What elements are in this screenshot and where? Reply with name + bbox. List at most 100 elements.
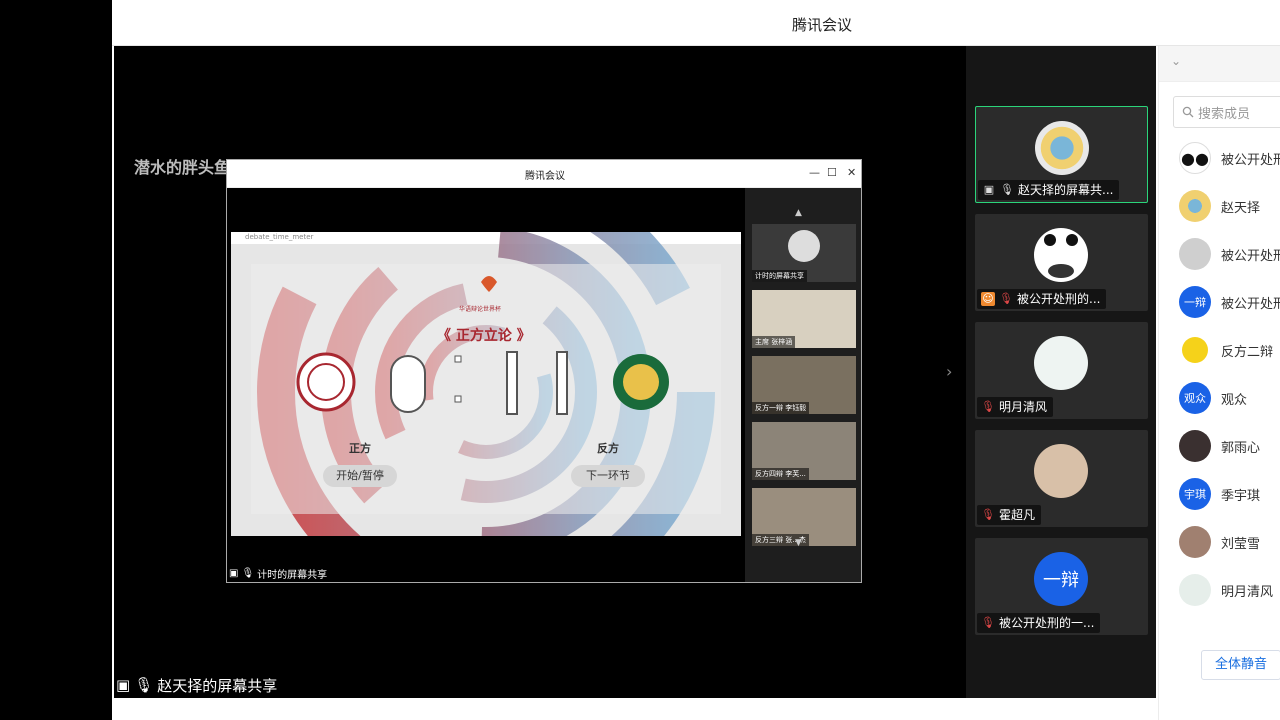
start-pause-button[interactable]: 开始/暂停 [323, 465, 397, 487]
title-bar: 腾讯会议 [112, 0, 1280, 46]
debate-timer-app: debate_time_meter 华语辩论世界杯 《 正方立论 》 正方 反方… [231, 232, 741, 536]
inner-tile: 主席 张梓涵 [752, 290, 856, 348]
tile-caption: 🎙 霍超凡 [977, 505, 1042, 525]
avatar [1179, 574, 1211, 606]
member-row[interactable]: 宇琪 季宇琪 [1179, 477, 1280, 511]
mic-icon: 🎙 [1000, 183, 1014, 196]
chevron-down-icon[interactable]: ⌄ [1171, 54, 1181, 68]
video-strip: › ▣ 🎙 赵天择的屏幕共... ☺ 🎙 被公开处刑的... 🎙 明月清风 🎙 … [946, 46, 1156, 698]
mic-muted-icon: 🎙 [981, 508, 995, 521]
avatar [1179, 238, 1211, 270]
inner-tile: 反方四辩 李芙... [752, 422, 856, 480]
avatar [1034, 228, 1088, 282]
member-name: 郭雨心 [1221, 440, 1261, 456]
mic-muted-icon: 🎙 [981, 400, 995, 413]
avatar: 一辩 [1179, 286, 1211, 318]
right-team-label: 反方 [597, 442, 619, 455]
member-row[interactable]: 赵天择 [1179, 189, 1280, 223]
member-name: 被公开处刑 [1221, 152, 1280, 168]
avatar [1179, 190, 1211, 222]
search-input[interactable]: 搜索成员 [1173, 96, 1280, 128]
left-team-label: 正方 [349, 442, 371, 455]
member-row[interactable]: ●● 被公开处刑 [1179, 141, 1280, 175]
video-tile[interactable]: 一辩 🎙 被公开处刑的一... [975, 538, 1148, 635]
inner-meeting-window: 腾讯会议 — ☐ ✕ debate_time_meter 华语辩论世界杯 《 正… [226, 159, 862, 583]
mute-all-button[interactable]: 全体静音 [1201, 650, 1280, 680]
mic-muted-icon: 🎙 [999, 292, 1013, 305]
member-name: 明月清风 [1221, 584, 1274, 600]
member-row[interactable]: 反方二辩 [1179, 333, 1280, 367]
phase-label: 《 正方立论 》 [437, 328, 531, 344]
member-name: 被公开处刑 [1221, 248, 1280, 264]
tile-name: 霍超凡 [999, 508, 1036, 522]
meeting-window: 腾讯会议 潜水的胖头鱼 腾讯会议 — ☐ ✕ debate_time_meter [112, 0, 1280, 720]
video-tile[interactable]: 🎙 霍超凡 [975, 430, 1148, 527]
mic-icon: 🎙 [134, 676, 154, 694]
host-icon: ☺ [981, 292, 995, 306]
inner-tile: 计时的屏幕共享 [752, 224, 856, 282]
avatar [1179, 334, 1211, 366]
inner-title-bar: 腾讯会议 — ☐ ✕ [227, 160, 861, 188]
tile-caption: ▣ 🎙 赵天择的屏幕共... [978, 180, 1120, 200]
tile-caption: 🎙 明月清风 [977, 397, 1054, 417]
maximize-icon: ☐ [827, 166, 837, 179]
app-root: 腾讯会议 潜水的胖头鱼 腾讯会议 — ☐ ✕ debate_time_meter [0, 0, 1280, 720]
avatar [788, 230, 820, 262]
member-name: 观众 [1221, 392, 1248, 408]
video-tile[interactable]: ☺ 🎙 被公开处刑的... [975, 214, 1148, 311]
screen-share-icon: ▣ [116, 676, 131, 694]
share-caption: ▣ 🎙 赵天择的屏幕共享 [116, 674, 277, 696]
avatar: ●● [1179, 142, 1211, 174]
next-phase-button[interactable]: 下一环节 [571, 465, 645, 487]
inner-window-title: 腾讯会议 [525, 171, 565, 182]
avatar [1034, 336, 1088, 390]
inner-tile-caption: 计时的屏幕共享 [752, 270, 807, 282]
minimize-icon: — [809, 166, 820, 179]
member-row[interactable]: 一辩 被公开处刑 [1179, 285, 1280, 319]
mic-icon: 🎙 [241, 568, 255, 579]
tile-name: 被公开处刑的一... [999, 616, 1095, 630]
inner-caption-text: 计时的屏幕共享 [257, 570, 328, 581]
tile-name: 被公开处刑的... [1017, 292, 1101, 306]
window-title: 腾讯会议 [791, 16, 852, 34]
video-tile[interactable]: 🎙 明月清风 [975, 322, 1148, 419]
tile-name: 赵天择的屏幕共... [1018, 183, 1114, 197]
tile-caption: ☺ 🎙 被公开处刑的... [977, 289, 1107, 309]
avatar [1179, 430, 1211, 462]
member-row[interactable]: 刘莹雪 [1179, 525, 1280, 559]
avatar: 一辩 [1034, 552, 1088, 606]
member-row[interactable]: 郭雨心 [1179, 429, 1280, 463]
screen-share-icon: ▣ [229, 568, 239, 579]
avatar [1035, 121, 1089, 175]
member-row[interactable]: 明月清风 [1179, 573, 1280, 607]
search-placeholder: 搜索成员 [1198, 106, 1251, 122]
member-row[interactable]: 观众 观众 [1179, 381, 1280, 415]
member-row[interactable]: 被公开处刑 [1179, 237, 1280, 271]
avatar: 观众 [1179, 382, 1211, 414]
inner-share-caption: ▣ 🎙 计时的屏幕共享 [229, 566, 327, 581]
event-logo-text: 华语辩论世界杯 [459, 306, 502, 313]
debate-slide-graphic [231, 232, 741, 536]
avatar [1179, 526, 1211, 558]
video-tile[interactable]: ▣ 🎙 赵天择的屏幕共... [975, 106, 1148, 203]
inner-tile-caption: 反方一辩 李钰毅 [752, 402, 810, 414]
member-name: 反方二辩 [1221, 344, 1274, 360]
member-name: 季宇琪 [1221, 488, 1261, 504]
search-icon [1182, 106, 1194, 118]
scroll-down-icon[interactable]: ▼ [795, 538, 802, 548]
member-panel: ⌄ 搜索成员 ●● 被公开处刑 赵天择 被公开处刑 一辩 被公开处刑 反方二辩 … [1158, 46, 1280, 720]
inner-tile-caption: 主席 张梓涵 [752, 336, 796, 348]
scroll-up-icon[interactable]: ▲ [795, 208, 802, 218]
inner-tile-caption: 反方四辩 李芙... [752, 468, 809, 480]
panel-header: ⌄ [1159, 46, 1280, 82]
close-icon: ✕ [847, 166, 857, 179]
share-caption-text: 赵天择的屏幕共享 [157, 676, 278, 695]
chevron-right-icon[interactable]: › [946, 362, 952, 381]
inner-tile: 反方一辩 李钰毅 [752, 356, 856, 414]
avatar: 宇琪 [1179, 478, 1211, 510]
inner-tile: 反方三辩 张...杰 [752, 488, 856, 546]
member-name: 被公开处刑 [1221, 296, 1280, 312]
watermark-text: 潜水的胖头鱼 [134, 158, 231, 177]
shared-screen-stage[interactable]: 潜水的胖头鱼 腾讯会议 — ☐ ✕ debate_time_meter 华语辩论… [114, 46, 1156, 698]
inner-video-strip: ▲ 计时的屏幕共享 主席 张梓涵 反方一辩 李钰毅 反方四辩 李芙... 反方三… [745, 188, 861, 582]
